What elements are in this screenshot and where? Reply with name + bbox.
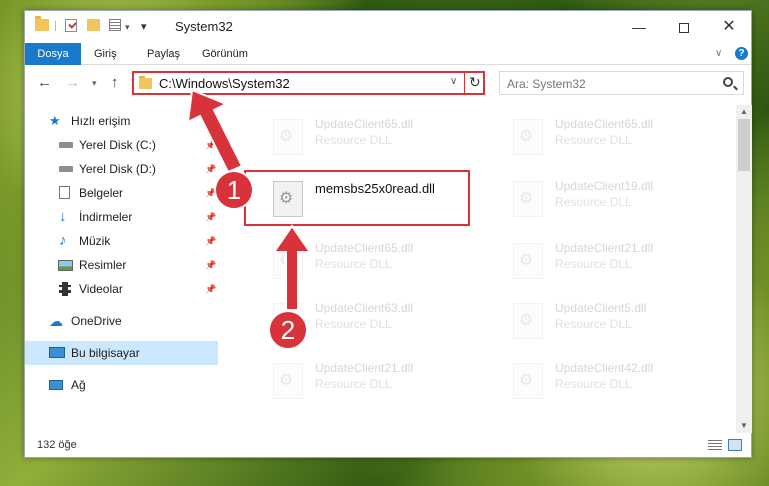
arrow-1 [186,88,244,174]
step-badge-2: 2 [268,310,308,350]
arrow-2 [272,224,312,311]
annotation-arrows [186,88,312,311]
step-badge-1: 1 [214,170,254,210]
